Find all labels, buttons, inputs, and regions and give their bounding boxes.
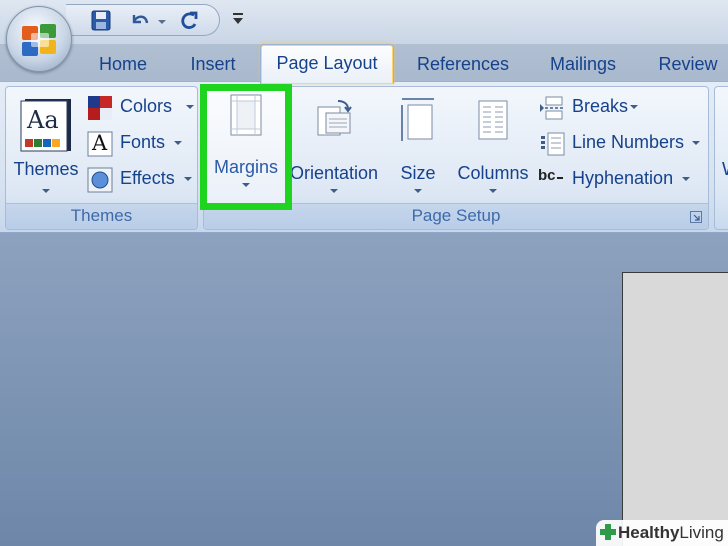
undo-dropdown-icon[interactable]	[156, 13, 168, 29]
ribbon-tabs: Home Insert Page Layout References Maili…	[0, 44, 728, 84]
margins-label: Margins	[213, 157, 279, 177]
tab-insert[interactable]: Insert	[176, 50, 250, 82]
effects-icon	[86, 167, 114, 193]
fonts-button[interactable]: A Fonts	[86, 129, 196, 159]
tab-references[interactable]: References	[406, 50, 520, 82]
hyphenation-button[interactable]: bc Hyphenation	[538, 165, 704, 195]
plus-icon	[600, 524, 616, 540]
line-numbers-label: Line Numbers	[572, 132, 685, 152]
themes-icon-text: Aa	[27, 106, 59, 134]
redo-icon[interactable]	[176, 9, 202, 33]
line-numbers-button[interactable]: Line Numbers	[538, 129, 704, 159]
line-numbers-icon	[538, 131, 566, 157]
page-background-group: W	[714, 86, 728, 230]
chevron-down-icon	[42, 189, 50, 193]
orientation-label: Orientation	[289, 163, 379, 183]
watermark: HealthyLiving	[596, 520, 728, 546]
fonts-icon: A	[86, 131, 114, 157]
themes-group-label: Themes	[6, 203, 197, 229]
customize-toolbar-icon[interactable]	[230, 10, 246, 28]
watermark-light-text: Living	[679, 523, 724, 542]
undo-icon[interactable]	[126, 9, 152, 33]
hyphenation-label: Hyphenation	[572, 168, 674, 188]
dialog-launcher-icon[interactable]	[690, 211, 702, 223]
tab-home[interactable]: Home	[88, 50, 158, 82]
breaks-label: Breaks	[572, 96, 629, 116]
themes-group: Aa Themes Colors A Fonts Effects Themes	[5, 86, 198, 230]
chevron-down-icon	[682, 177, 690, 181]
columns-button[interactable]: Columns	[452, 93, 534, 205]
watermark-bold-text: Healthy	[618, 523, 680, 542]
margins-icon	[229, 93, 263, 142]
orientation-icon	[314, 97, 354, 146]
chevron-down-icon	[184, 177, 192, 181]
fonts-icon-text: A	[92, 131, 108, 155]
hyphenation-icon: bc	[538, 167, 566, 193]
save-icon[interactable]	[88, 9, 114, 33]
size-label: Size	[400, 163, 436, 183]
chevron-down-icon	[330, 189, 338, 193]
orientation-button[interactable]: Orientation	[280, 93, 388, 205]
chevron-down-icon	[692, 141, 700, 145]
tab-mailings[interactable]: Mailings	[536, 50, 630, 82]
colors-button[interactable]: Colors	[86, 93, 196, 123]
fonts-label: Fonts	[120, 132, 166, 152]
chevron-down-icon	[630, 105, 638, 109]
colors-icon	[86, 95, 114, 121]
tab-page-layout[interactable]: Page Layout	[260, 44, 394, 84]
colors-label: Colors	[120, 96, 173, 116]
effects-button[interactable]: Effects	[86, 165, 196, 195]
themes-label: Themes	[13, 159, 79, 179]
chevron-down-icon	[489, 189, 497, 193]
columns-label: Columns	[457, 163, 529, 183]
columns-icon	[475, 97, 511, 148]
ribbon: Aa Themes Colors A Fonts Effects Themes …	[0, 81, 728, 233]
themes-button[interactable]: Aa Themes	[8, 93, 84, 205]
title-bar	[0, 0, 728, 44]
chevron-down-icon	[414, 189, 422, 193]
quick-access-toolbar	[66, 4, 220, 36]
margins-button[interactable]: Margins	[204, 87, 288, 199]
chevron-down-icon	[186, 105, 194, 109]
chevron-down-icon	[242, 183, 250, 187]
themes-icon: Aa	[19, 97, 73, 158]
tab-review[interactable]: Review	[648, 50, 728, 82]
chevron-down-icon	[174, 141, 182, 145]
effects-label: Effects	[120, 168, 175, 188]
office-button[interactable]	[6, 6, 72, 72]
breaks-button[interactable]: Breaks	[538, 93, 648, 123]
office-logo-icon	[22, 24, 56, 56]
breaks-icon	[538, 95, 566, 121]
document-page[interactable]	[622, 272, 728, 546]
size-button[interactable]: Size	[392, 93, 444, 205]
cut-off-button-label[interactable]: W	[722, 159, 728, 180]
size-icon	[400, 97, 436, 148]
